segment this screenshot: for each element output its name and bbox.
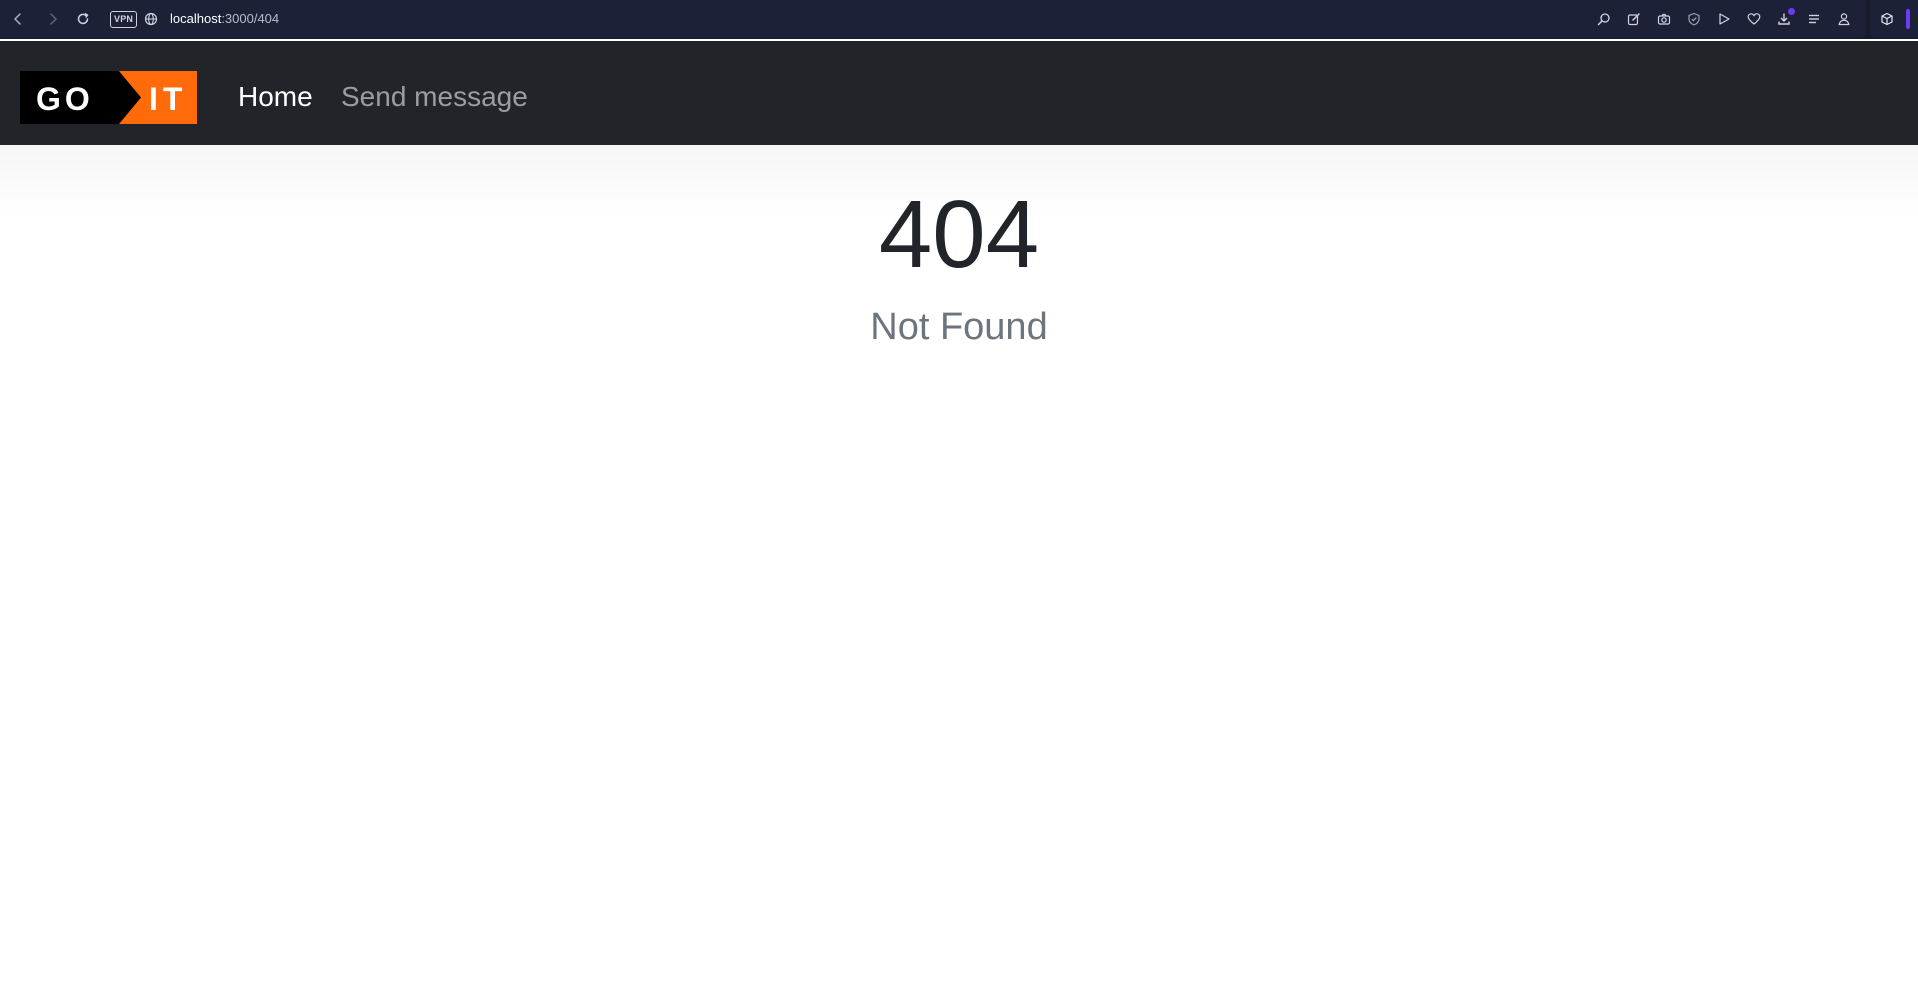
forward-icon[interactable]: [43, 9, 63, 29]
nav-link-send-message[interactable]: Send message: [341, 79, 528, 115]
browser-main-bar: [0, 0, 1866, 38]
url-path: :3000/404: [221, 11, 280, 26]
play-icon[interactable]: [1714, 9, 1734, 29]
error-message: Not Found: [870, 306, 1048, 348]
url-host: localhost: [170, 11, 222, 26]
reload-icon[interactable]: [73, 9, 93, 29]
logo-text-it: IT: [149, 81, 187, 117]
address-bar[interactable]: localhost:3000/404: [170, 11, 279, 27]
vpn-badge[interactable]: VPN: [110, 11, 138, 28]
heart-icon[interactable]: [1744, 9, 1764, 29]
navbar: GO IT Home Send message: [0, 41, 1918, 145]
menu-icon[interactable]: [1804, 9, 1824, 29]
nav-link-home[interactable]: Home: [238, 79, 313, 115]
shield-icon[interactable]: [1684, 9, 1704, 29]
goit-logo[interactable]: GO IT: [20, 71, 197, 124]
box-icon[interactable]: [1877, 9, 1897, 29]
globe-icon[interactable]: [141, 9, 161, 29]
error-code: 404: [878, 181, 1040, 288]
profile-icon[interactable]: [1834, 9, 1854, 29]
sidebar-accent: [1906, 9, 1910, 29]
camera-icon[interactable]: [1654, 9, 1674, 29]
back-icon[interactable]: [8, 9, 28, 29]
edit-icon[interactable]: [1624, 9, 1644, 29]
browser-toolbar: VPN localhost:3000/404: [0, 0, 1918, 39]
search-icon[interactable]: [1594, 9, 1614, 29]
logo-text-go: GO: [36, 81, 94, 117]
download-badge: [1788, 8, 1795, 15]
